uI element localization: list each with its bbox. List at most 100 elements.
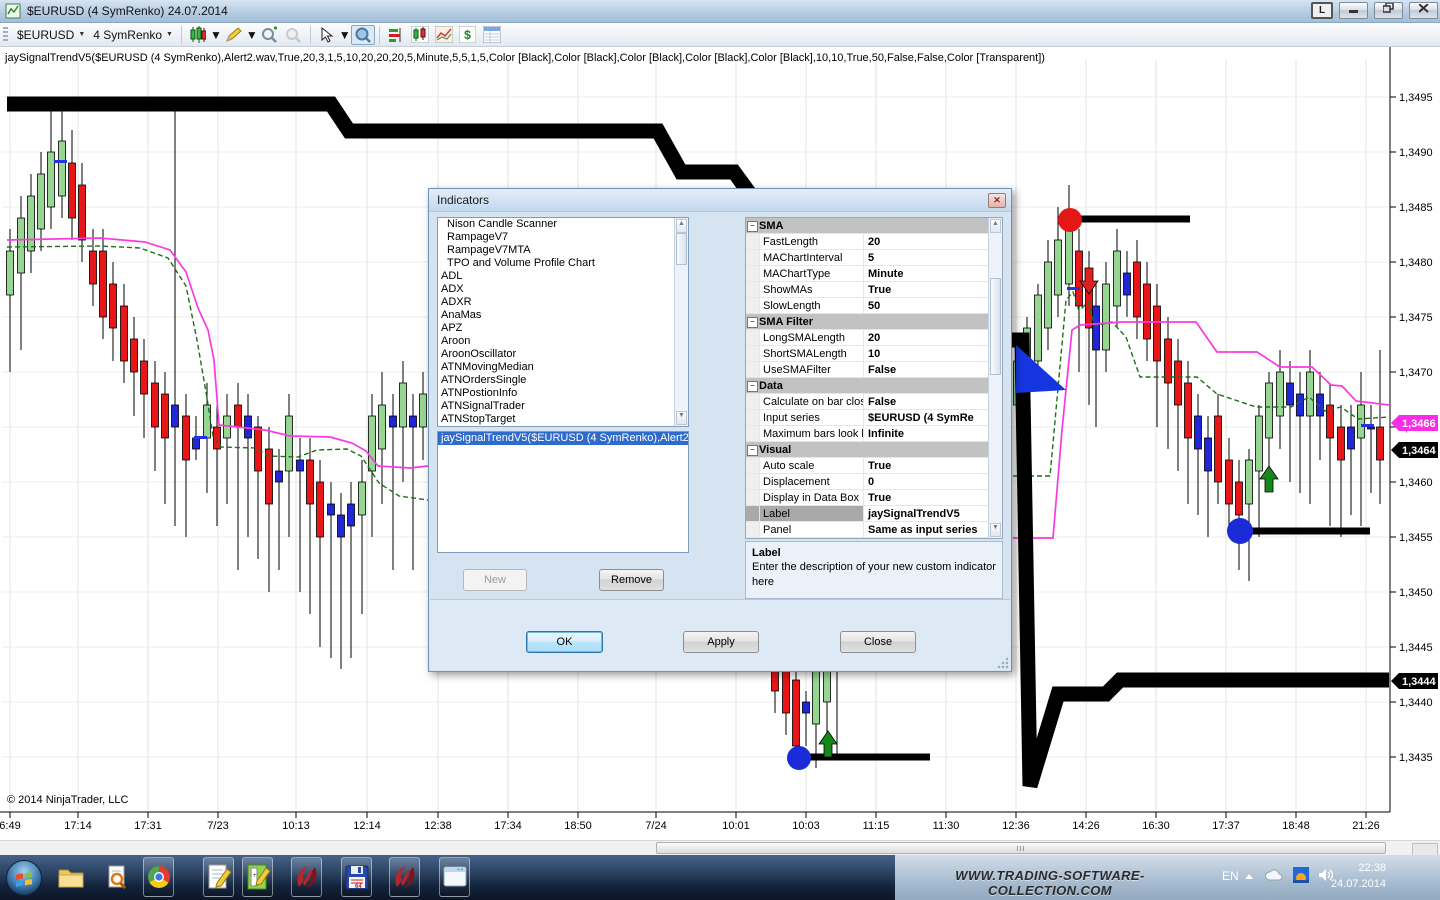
- property-row[interactable]: FastLength20: [746, 234, 1002, 250]
- property-row[interactable]: Display in Data BoxTrue: [746, 490, 1002, 506]
- chart-button[interactable]: [408, 25, 432, 45]
- data-box-button[interactable]: [351, 25, 375, 45]
- svg-text:12:36: 12:36: [1002, 820, 1030, 832]
- indicator-list-item[interactable]: ATNPostionInfo: [438, 387, 688, 400]
- property-value[interactable]: Minute: [864, 266, 1002, 281]
- hidden-icons-icon[interactable]: [1243, 869, 1255, 887]
- ninjatrader-icon[interactable]: [291, 857, 322, 897]
- property-value[interactable]: 20: [864, 234, 1002, 249]
- property-row[interactable]: Input series$EURUSD (4 SymRe: [746, 410, 1002, 426]
- indicator-list-item[interactable]: Nison Candle Scanner: [438, 218, 688, 231]
- clock[interactable]: 22:38 24.07.2014: [1331, 861, 1386, 893]
- applied-indicator-item[interactable]: jaySignalTrendV5($EURUSD (4 SymRenko),Al…: [438, 432, 688, 445]
- property-group-header[interactable]: −SMA: [746, 218, 1002, 234]
- property-row[interactable]: ShowMAsTrue: [746, 282, 1002, 298]
- indicator-list-item[interactable]: ATNStopTarget: [438, 413, 688, 426]
- cloud-icon[interactable]: [1264, 868, 1284, 887]
- property-row[interactable]: ShortSMALength10: [746, 346, 1002, 362]
- list-scrollbar[interactable]: ▲▼: [674, 218, 688, 426]
- property-row[interactable]: MAChartTypeMinute: [746, 266, 1002, 282]
- horizontal-scrollbar[interactable]: [0, 840, 1440, 856]
- indicator-list-item[interactable]: ATNOrdersSingle: [438, 374, 688, 387]
- property-value[interactable]: 20: [864, 330, 1002, 345]
- editor-icon[interactable]: +: [242, 857, 273, 897]
- indicator-list-item[interactable]: ATNSignalTrader: [438, 400, 688, 413]
- property-value[interactable]: False: [864, 394, 1002, 409]
- scrollbar-thumb[interactable]: [656, 842, 1386, 854]
- property-value[interactable]: True: [864, 458, 1002, 473]
- indicator-list-item[interactable]: ADL: [438, 270, 688, 283]
- dialog-close-icon[interactable]: ✕: [988, 193, 1006, 208]
- dialog-titlebar[interactable]: Indicators: [429, 189, 1011, 212]
- property-value[interactable]: True: [864, 282, 1002, 297]
- property-grid[interactable]: −SMAFastLength20MAChartInterval5MAChartT…: [745, 217, 1003, 539]
- ninjatrader-icon[interactable]: [389, 857, 420, 897]
- close-button[interactable]: [1409, 2, 1438, 19]
- indicator-list-item[interactable]: ATNMovingMedian: [438, 361, 688, 374]
- property-value[interactable]: 50: [864, 298, 1002, 313]
- instrument-dropdown[interactable]: $EURUSD▼: [13, 25, 89, 45]
- start-button[interactable]: [6, 860, 42, 896]
- property-value[interactable]: Infinite: [864, 426, 1002, 441]
- property-row[interactable]: LabeljaySignalTrendV5: [746, 506, 1002, 522]
- grid-button[interactable]: [480, 25, 504, 45]
- indicator-list-item[interactable]: ADXR: [438, 296, 688, 309]
- account-button[interactable]: $: [456, 25, 480, 45]
- save-icon[interactable]: 64: [341, 857, 372, 897]
- link-button[interactable]: L: [1311, 2, 1333, 19]
- property-row[interactable]: Maximum bars look baInfinite: [746, 426, 1002, 442]
- restore-button[interactable]: [1374, 2, 1403, 19]
- minimize-button[interactable]: [1339, 2, 1368, 19]
- apply-button[interactable]: Apply: [683, 631, 759, 653]
- zoom-in-button[interactable]: [258, 25, 282, 45]
- market-analyzer-button[interactable]: [384, 25, 408, 45]
- property-row[interactable]: Auto scaleTrue: [746, 458, 1002, 474]
- indicator-list-item[interactable]: RampageV7: [438, 231, 688, 244]
- property-row[interactable]: UseSMAFilterFalse: [746, 362, 1002, 378]
- explorer-icon[interactable]: [55, 857, 86, 897]
- cursor-button[interactable]: [315, 25, 339, 45]
- property-group-header[interactable]: −SMA Filter: [746, 314, 1002, 330]
- line-chart-button[interactable]: [432, 25, 456, 45]
- property-row[interactable]: SlowLength50: [746, 298, 1002, 314]
- property-group-header[interactable]: −Data: [746, 378, 1002, 394]
- property-row[interactable]: LongSMALength20: [746, 330, 1002, 346]
- toolbar-grip[interactable]: [3, 27, 8, 43]
- search-icon[interactable]: [101, 857, 132, 897]
- indicator-list-item[interactable]: APZ: [438, 322, 688, 335]
- applied-indicators-list[interactable]: jaySignalTrendV5($EURUSD (4 SymRenko),Al…: [437, 431, 689, 553]
- dialog-close-button[interactable]: Close: [840, 631, 916, 653]
- chrome-icon[interactable]: [143, 857, 174, 897]
- indicator-list-item[interactable]: RampageV7MTA: [438, 244, 688, 257]
- notepad-icon[interactable]: [203, 857, 234, 897]
- property-value[interactable]: 5: [864, 250, 1002, 265]
- property-value[interactable]: $EURUSD (4 SymRe: [864, 410, 1002, 425]
- property-row[interactable]: Displacement0: [746, 474, 1002, 490]
- property-value[interactable]: 10: [864, 346, 1002, 361]
- property-row[interactable]: Calculate on bar closeFalse: [746, 394, 1002, 410]
- ok-button[interactable]: OK: [526, 631, 603, 653]
- window-icon[interactable]: [439, 857, 470, 897]
- chart-style-button[interactable]: [186, 25, 210, 45]
- language-indicator[interactable]: EN: [1222, 869, 1239, 883]
- property-group-header[interactable]: −Visual: [746, 442, 1002, 458]
- indicator-list-item[interactable]: Aroon: [438, 335, 688, 348]
- grid-scrollbar[interactable]: ▲▼: [988, 218, 1002, 538]
- property-value[interactable]: jaySignalTrendV5: [864, 506, 1002, 521]
- indicator-list-item[interactable]: AroonOscillator: [438, 348, 688, 361]
- property-value[interactable]: Same as input series: [864, 522, 1002, 537]
- property-value[interactable]: False: [864, 362, 1002, 377]
- interval-dropdown[interactable]: 4 SymRenko▼: [89, 25, 177, 45]
- weather-icon[interactable]: [1293, 867, 1309, 888]
- indicator-list-item[interactable]: AnaMas: [438, 309, 688, 322]
- indicator-list-item[interactable]: TPO and Volume Profile Chart: [438, 257, 688, 270]
- property-value[interactable]: 0: [864, 474, 1002, 489]
- indicator-list-item[interactable]: ADX: [438, 283, 688, 296]
- dialog-resize-grip[interactable]: [997, 657, 1009, 669]
- property-row[interactable]: MAChartInterval5: [746, 250, 1002, 266]
- property-row[interactable]: PanelSame as input series: [746, 522, 1002, 538]
- available-indicators-list[interactable]: Nison Candle ScannerRampageV7RampageV7MT…: [437, 217, 689, 427]
- remove-button[interactable]: Remove: [599, 569, 664, 591]
- draw-button[interactable]: [222, 25, 246, 45]
- property-value[interactable]: True: [864, 490, 1002, 505]
